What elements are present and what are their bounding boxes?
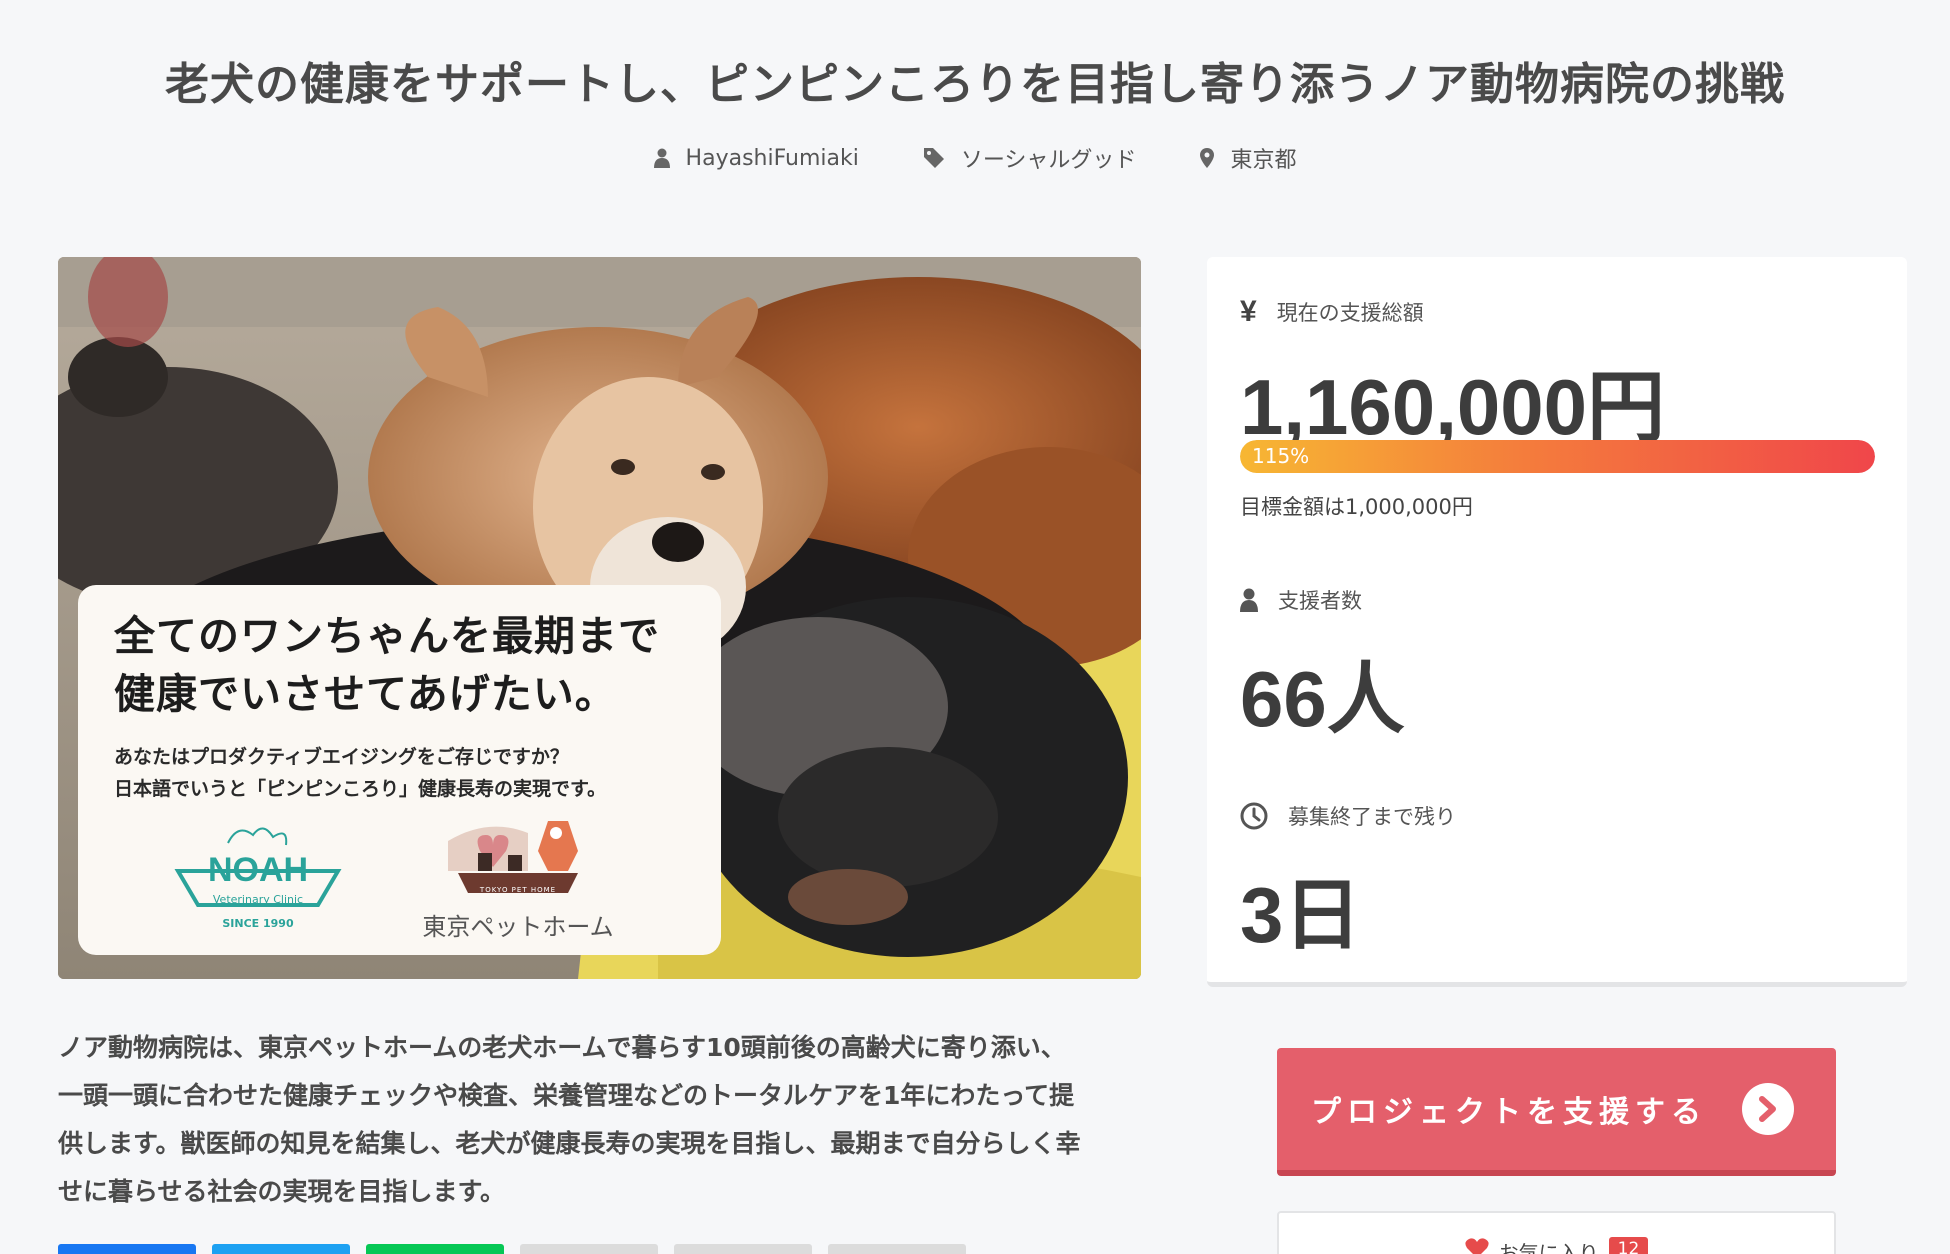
- page-title: 老犬の健康をサポートし、ピンピンころりを目指し寄り添うノア動物病院の挑戦: [165, 59, 1785, 110]
- project-meta: HayashiFumiaki ソーシャルグッド 東京都: [0, 142, 1950, 174]
- author-name: HayashiFumiaki: [685, 145, 859, 171]
- project-description: ノア動物病院は、東京ペットホームの老犬ホームで暮らす10頭前後の高齢犬に寄り添い…: [58, 1024, 1148, 1216]
- amount-label-row: ¥ 現在の支援総額: [1240, 295, 1424, 329]
- support-button-label: プロジェクトを支援する: [1311, 1095, 1707, 1130]
- share-button[interactable]: [828, 1244, 966, 1254]
- funding-stats-card: ¥ 現在の支援総額 1,160,000円 115% 目標金額は1,000,000…: [1207, 257, 1907, 987]
- share-button[interactable]: [520, 1244, 658, 1254]
- category-link[interactable]: ソーシャルグッド: [923, 142, 1137, 174]
- user-icon: [653, 148, 670, 168]
- goal-amount: 目標金額は1,000,000円: [1240, 495, 1473, 519]
- noah-logo-since: SINCE 1990: [222, 917, 294, 930]
- pet-home-logo-tag: TOKYO PET HOME: [479, 886, 557, 894]
- location-link[interactable]: 東京都: [1200, 142, 1296, 174]
- heart-icon: [1465, 1238, 1489, 1254]
- description-line: ノア動物病院は、東京ペットホームの老犬ホームで暮らす10頭前後の高齢犬に寄り添い…: [58, 1033, 1066, 1062]
- backers-value: 66人: [1240, 655, 1405, 743]
- progress-fill: [1240, 440, 1875, 473]
- pet-home-logo-text: 東京ペットホーム: [422, 913, 614, 941]
- share-button[interactable]: [674, 1244, 812, 1254]
- description-line: せに暮らせる社会の実現を目指します。: [58, 1177, 506, 1206]
- project-hero-image: 全てのワンちゃんを最期まで 健康でいさせてあげたい。 あなたはプロダクティブエイ…: [58, 257, 1141, 979]
- category-name: ソーシャルグッド: [960, 148, 1137, 173]
- backers-label: 支援者数: [1278, 589, 1362, 613]
- author-link[interactable]: HayashiFumiaki: [653, 142, 859, 174]
- user-icon: [1240, 588, 1258, 612]
- share-facebook-button[interactable]: [58, 1244, 196, 1254]
- share-buttons: [58, 1244, 966, 1254]
- chevron-right-circle-icon: [1742, 1083, 1794, 1135]
- share-line-button[interactable]: [366, 1244, 504, 1254]
- hero-overlay-card: 全てのワンちゃんを最期まで 健康でいさせてあげたい。 あなたはプロダクティブエイ…: [78, 585, 721, 955]
- hero-headline-line2: 健康でいさせてあげたい。: [114, 670, 617, 718]
- backers-label-row: 支援者数: [1240, 585, 1362, 615]
- description-line: 一頭一頭に合わせた健康チェックや検査、栄養管理などのトータルケアを1年にわたって…: [58, 1081, 1075, 1110]
- description-line: 供します。獣医師の知見を結集し、老犬が健康長寿の実現を目指し、最期まで自分らしく…: [58, 1129, 1081, 1158]
- progress-percent: 115%: [1252, 444, 1310, 468]
- noah-logo-sub: Veterinary Clinic: [212, 893, 304, 906]
- favorite-label: お気に入り: [1498, 1241, 1599, 1254]
- clock-icon: [1240, 802, 1268, 830]
- support-project-button[interactable]: プロジェクトを支援する: [1277, 1048, 1836, 1176]
- hero-sub-line1: あなたはプロダクティブエイジングをご存じですか？: [114, 746, 569, 768]
- hero-sub-line2: 日本語でいうと「ピンピンころり」健康長寿の実現です。: [114, 778, 607, 800]
- remaining-label: 募集終了まで残り: [1288, 805, 1456, 829]
- tokyo-pet-home-logo: TOKYO PET HOME 東京ペットホーム: [418, 811, 618, 941]
- share-twitter-button[interactable]: [212, 1244, 350, 1254]
- location-name: 東京都: [1230, 148, 1297, 173]
- yen-icon: ¥: [1240, 295, 1257, 328]
- favorite-button[interactable]: お気に入り 12: [1277, 1211, 1836, 1254]
- noah-logo-text: NOAH: [207, 851, 309, 889]
- noah-clinic-logo: NOAH Veterinary Clinic SINCE 1990: [168, 813, 348, 933]
- map-pin-icon: [1200, 148, 1215, 168]
- remaining-value: 3日: [1240, 871, 1362, 959]
- remaining-label-row: 募集終了まで残り: [1240, 801, 1456, 831]
- funding-progress-bar: 115%: [1240, 440, 1875, 473]
- tag-icon: [923, 148, 944, 168]
- amount-label: 現在の支援総額: [1276, 301, 1424, 325]
- favorite-count-badge: 12: [1608, 1237, 1649, 1254]
- hero-headline-line1: 全てのワンちゃんを最期まで: [114, 612, 660, 660]
